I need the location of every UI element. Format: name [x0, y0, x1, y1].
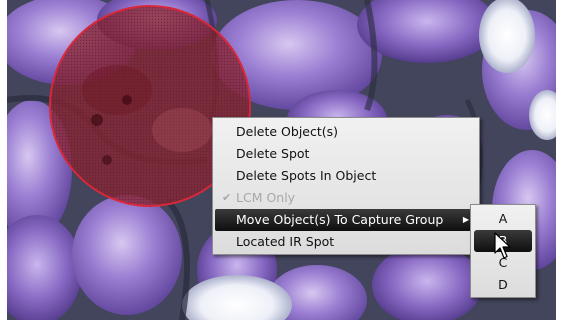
menu-item-label: Delete Spots In Object	[236, 168, 377, 183]
menu-item-move-objects-to-capture-group[interactable]: Move Object(s) To Capture Group ▶	[215, 209, 477, 231]
menu-item-delete-spot[interactable]: Delete Spot	[213, 143, 479, 165]
submenu-arrow-icon: ▶	[462, 215, 469, 224]
mouse-pointer-icon	[494, 232, 511, 259]
menu-item-located-ir-spot[interactable]: Located IR Spot	[213, 231, 479, 253]
checkmark-icon: ✔	[222, 191, 232, 204]
menu-item-delete-spots-in-object[interactable]: Delete Spots In Object	[213, 165, 479, 187]
submenu-item-label: A	[498, 211, 508, 226]
menu-item-lcm-only: ✔ LCM Only	[213, 187, 479, 209]
capture-image-viewer[interactable]: Delete Object(s) Delete Spot Delete Spot…	[0, 0, 562, 329]
menu-item-label: Move Object(s) To Capture Group	[236, 212, 444, 227]
menu-item-label: LCM Only	[236, 190, 296, 205]
context-menu[interactable]: Delete Object(s) Delete Spot Delete Spot…	[212, 117, 480, 255]
submenu-item-d[interactable]: D	[471, 274, 535, 296]
menu-item-label: Delete Object(s)	[236, 124, 339, 139]
submenu-item-a[interactable]: A	[471, 208, 535, 230]
menu-item-delete-objects[interactable]: Delete Object(s)	[213, 121, 479, 143]
menu-item-label: Delete Spot	[236, 146, 310, 161]
menu-item-label: Located IR Spot	[236, 234, 335, 249]
submenu-item-label: D	[498, 277, 508, 292]
